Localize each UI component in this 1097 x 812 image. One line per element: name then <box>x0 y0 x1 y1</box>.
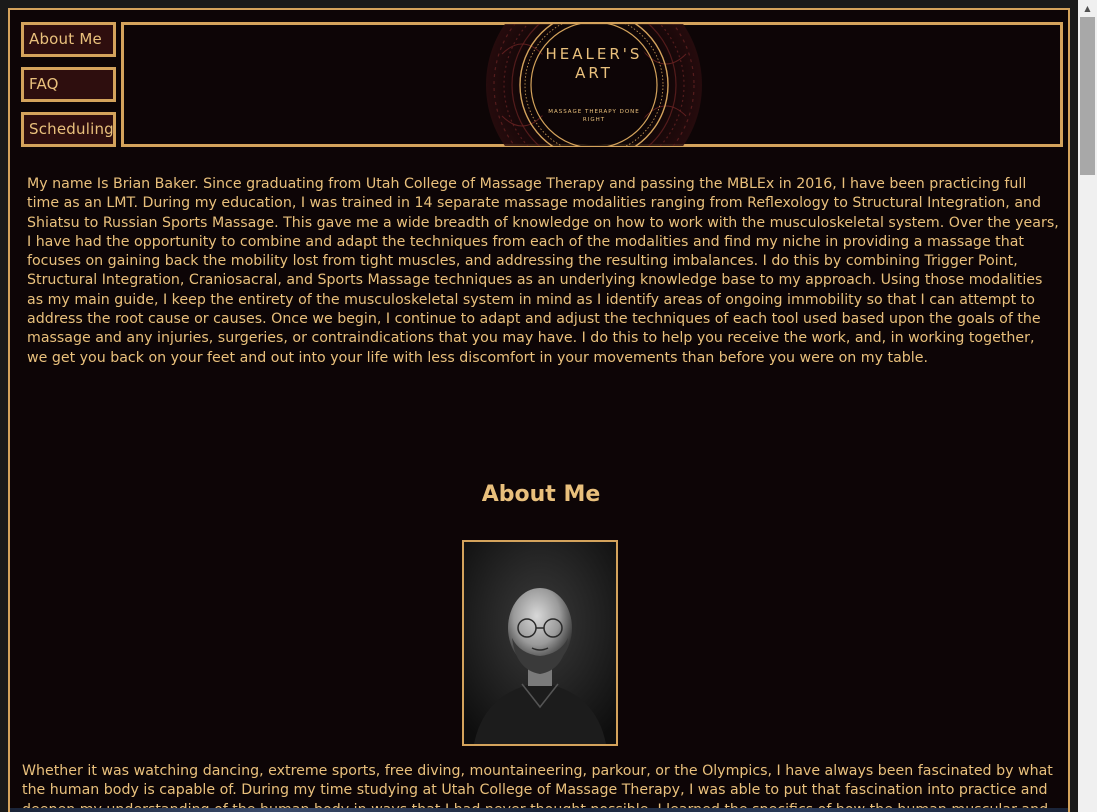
logo-tagline: MASSAGE THERAPY DONE RIGHT <box>482 108 706 124</box>
nav-about-me-button[interactable]: About Me <box>21 22 116 57</box>
healers-art-logo: HEALER'S ART MASSAGE THERAPY DONE RIGHT <box>482 10 706 193</box>
about-me-bio: Whether it was watching dancing, extreme… <box>22 763 1053 812</box>
nav-scheduling-button[interactable]: Scheduling <box>21 112 116 147</box>
mandala-emblem-icon <box>486 10 702 193</box>
logo-tagline-line1: MASSAGE THERAPY DONE <box>548 109 640 115</box>
logo-title-line1: HEALER'S <box>545 45 643 63</box>
vertical-scrollbar[interactable]: ▲ <box>1078 0 1097 812</box>
logo-tagline-line2: RIGHT <box>582 117 606 123</box>
scrollbar-thumb[interactable] <box>1080 17 1095 175</box>
scroll-up-arrow-icon[interactable]: ▲ <box>1078 0 1097 17</box>
about-me-heading: About Me <box>481 482 601 507</box>
portrait-photo <box>462 540 618 746</box>
footer-strip <box>10 808 1068 812</box>
logo-title-line2: ART <box>575 64 613 82</box>
portrait-image <box>464 542 616 744</box>
header-banner: HEALER'S ART MASSAGE THERAPY DONE RIGHT <box>121 10 1063 193</box>
logo-title: HEALER'S ART <box>482 45 706 83</box>
side-nav: About Me FAQ Scheduling <box>21 22 117 157</box>
page-container: About Me FAQ Scheduling HEALER'S ART MAS… <box>8 8 1070 812</box>
nav-faq-button[interactable]: FAQ <box>21 67 116 102</box>
intro-paragraph: My name Is Brian Baker. Since graduating… <box>27 176 1059 366</box>
